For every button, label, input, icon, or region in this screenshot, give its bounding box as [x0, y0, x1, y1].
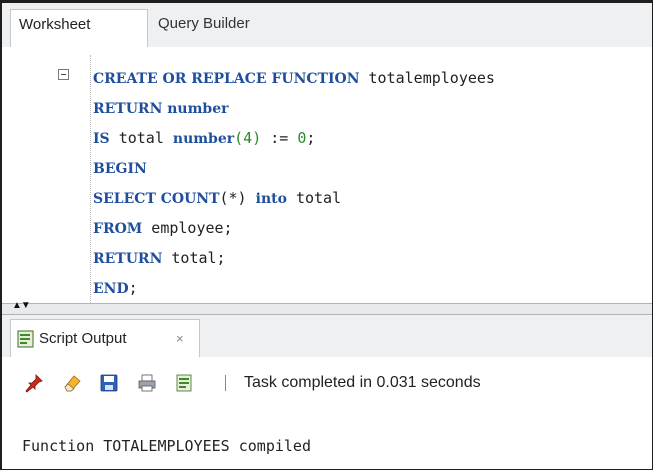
code-keyword: SELECT COUNT	[93, 191, 220, 207]
code-editor[interactable]: CREATE OR REPLACE FUNCTION totalemployee…	[2, 47, 652, 303]
code-keyword: into	[255, 191, 287, 207]
sql-developer-window: Worksheet Query Builder CREATE OR REPLAC…	[0, 0, 653, 470]
editor-tab-bar: Worksheet Query Builder	[2, 3, 652, 48]
output-toolbar: Task completed in 0.031 seconds	[2, 357, 652, 410]
code-token: total	[286, 189, 342, 207]
code-keyword: FROM	[93, 221, 143, 237]
code-keyword: BEGIN	[93, 161, 147, 177]
code-line[interactable]: CREATE OR REPLACE FUNCTION totalemployee…	[93, 63, 495, 93]
close-icon[interactable]: ×	[176, 326, 184, 352]
code-token: total	[109, 129, 173, 147]
pin-icon[interactable]	[24, 373, 44, 393]
tab-query-builder[interactable]: Query Builder	[150, 9, 290, 47]
script-output-label: Script Output	[39, 330, 127, 347]
code-number: (4)	[234, 129, 262, 147]
tab-script-output[interactable]: Script Output ×	[10, 319, 200, 357]
output-message: Function TOTALEMPLOYEES compiled	[22, 437, 311, 455]
panel-splitter[interactable]: ▲▼	[2, 301, 652, 315]
print-icon[interactable]	[137, 373, 157, 393]
code-token: total;	[162, 249, 226, 267]
code-keyword: CREATE OR REPLACE FUNCTION	[93, 71, 360, 87]
code-line[interactable]: RETURN number	[93, 93, 495, 123]
toolbar-separator	[225, 375, 226, 391]
code-token: ;	[306, 129, 316, 147]
gutter-guide	[90, 55, 91, 303]
code-line[interactable]: BEGIN	[93, 153, 495, 183]
code-text[interactable]: CREATE OR REPLACE FUNCTION totalemployee…	[93, 63, 495, 303]
script-output-icon	[17, 330, 34, 348]
eraser-icon[interactable]	[62, 373, 82, 393]
script-output-area[interactable]: Function TOTALEMPLOYEES compiled	[2, 409, 652, 469]
code-token: ;	[128, 279, 138, 297]
tab-worksheet[interactable]: Worksheet	[10, 9, 148, 48]
code-token: totalemployees	[359, 69, 495, 87]
fold-collapse-icon[interactable]	[58, 69, 69, 80]
code-line[interactable]: IS total number(4) := 0;	[93, 123, 495, 153]
status-text: Task completed in 0.031 seconds	[244, 374, 481, 391]
code-token: :=	[261, 129, 298, 147]
code-line[interactable]: SELECT COUNT(*) into total	[93, 183, 495, 213]
save-icon[interactable]	[99, 373, 119, 393]
splitter-arrows-icon[interactable]: ▲▼	[12, 301, 31, 311]
code-line[interactable]: RETURN total;	[93, 243, 495, 273]
code-line[interactable]: FROM employee;	[93, 213, 495, 243]
code-keyword: number	[172, 131, 235, 147]
code-keyword: RETURN	[93, 251, 163, 267]
code-keyword: IS	[93, 131, 110, 147]
code-line[interactable]: END;	[93, 273, 495, 303]
code-token: employee;	[142, 219, 233, 237]
output-tab-bar: Script Output ×	[2, 315, 652, 358]
open-file-icon[interactable]	[174, 373, 194, 393]
code-keyword: END	[93, 281, 129, 297]
code-keyword: RETURN number	[93, 101, 229, 117]
code-token: (*)	[219, 189, 256, 207]
